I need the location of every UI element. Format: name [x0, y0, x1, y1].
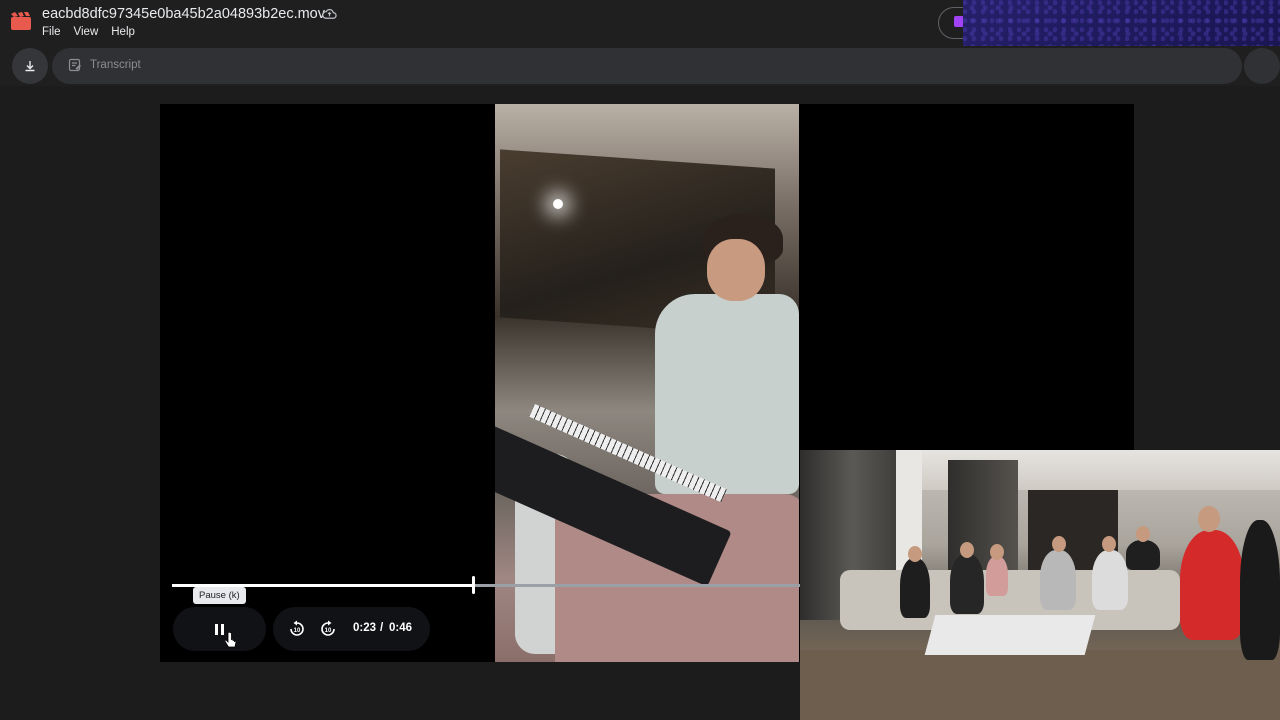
webcam-person-head	[990, 544, 1004, 560]
webcam-person-head	[908, 546, 922, 562]
svg-text:10: 10	[294, 628, 301, 634]
webcam-person-head	[1102, 536, 1116, 552]
file-name: eacbd8dfc97345e0ba45b2a04893b2ec.mov	[42, 6, 325, 22]
pause-icon	[215, 623, 224, 635]
menu-view[interactable]: View	[74, 26, 99, 38]
forward-10-icon[interactable]: 10	[318, 619, 338, 639]
menu-bar: File View Help	[42, 26, 148, 38]
video-scene-light	[553, 199, 563, 209]
progress-thumb[interactable]	[472, 576, 475, 594]
webcam-person-head	[1052, 536, 1066, 552]
time-separator: /	[380, 622, 384, 634]
toolbar-right-chip[interactable]	[1244, 48, 1280, 84]
transcript-label: Transcript	[90, 59, 141, 71]
webcam-person-head	[960, 542, 974, 558]
video-frame	[495, 104, 799, 662]
webcam-coffee-table	[924, 615, 1096, 655]
transcript-icon	[68, 58, 81, 72]
video-scene-face	[707, 239, 765, 301]
webcam-person-head	[1136, 526, 1150, 542]
cloud-upload-icon[interactable]	[322, 7, 337, 22]
pause-button[interactable]	[173, 607, 266, 651]
toolbar: Transcript	[0, 46, 1280, 86]
webcam-overlay	[800, 450, 1280, 720]
webcam-floor	[800, 650, 1280, 720]
svg-text:10: 10	[325, 628, 332, 634]
transcript-button[interactable]: Transcript	[52, 48, 1242, 84]
download-icon	[25, 61, 35, 72]
webcam-person	[950, 554, 984, 614]
download-button[interactable]	[12, 48, 48, 84]
time-current: 0:23	[353, 622, 377, 634]
webcam-person-head	[1198, 506, 1220, 532]
title-bar: eacbd8dfc97345e0ba45b2a04893b2ec.mov Fil…	[0, 0, 1280, 74]
webcam-person	[1092, 550, 1128, 610]
clapperboard-icon	[11, 12, 31, 30]
webcam-person	[900, 558, 930, 618]
webcam-person	[1126, 540, 1160, 570]
video-scene-person	[655, 294, 799, 494]
cursor-hand-icon	[225, 632, 237, 648]
rewind-10-icon[interactable]: 10	[287, 619, 307, 639]
menu-file[interactable]: File	[42, 26, 61, 38]
webcam-person	[1040, 550, 1076, 610]
webcam-person	[1180, 530, 1244, 640]
pause-tooltip: Pause (k)	[193, 587, 246, 604]
webcam-gaming-chair	[1240, 520, 1280, 660]
webcam-person	[986, 556, 1008, 596]
playback-controls: 10 10 0:23 / 0:46	[273, 607, 430, 651]
time-total: 0:46	[389, 622, 413, 634]
progress-bar[interactable]	[172, 576, 800, 594]
menu-help[interactable]: Help	[111, 26, 135, 38]
